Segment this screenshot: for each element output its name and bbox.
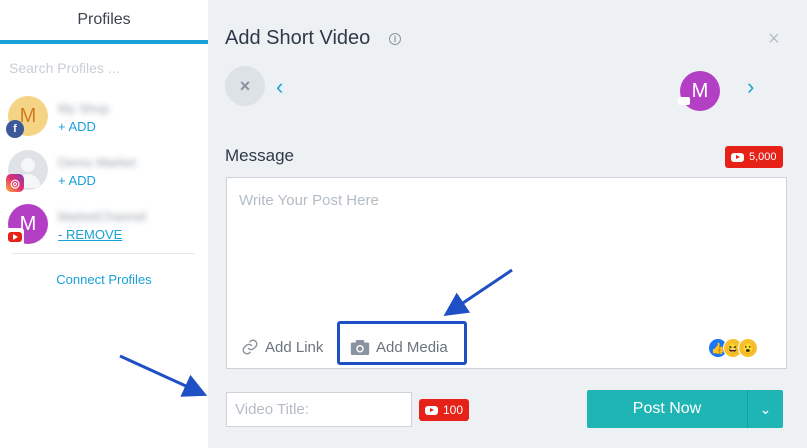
profile-name: Demo Market <box>58 155 137 170</box>
profile-item: M f My Shop + ADD <box>0 92 208 146</box>
emoji-picker-button[interactable]: 👍 😆 😮 <box>708 338 758 358</box>
message-limit-value: 5,000 <box>749 151 777 163</box>
divider <box>12 253 195 254</box>
video-title-char-limit-badge: 100 <box>419 399 470 421</box>
video-title-limit-value: 100 <box>443 403 464 417</box>
youtube-icon <box>6 228 24 246</box>
add-media-button[interactable]: Add Media <box>350 339 448 356</box>
chevron-left-icon[interactable]: ‹ <box>276 74 283 100</box>
add-short-video-dialog: Add Short Video i × × ‹ M › Message 5,00… <box>208 0 807 448</box>
add-link-button[interactable]: Add Link <box>241 338 323 356</box>
add-media-highlight: Add Media <box>337 321 467 365</box>
instagram-icon: ◎ <box>6 174 24 192</box>
camera-icon <box>350 340 370 355</box>
profile-name: My Shop <box>58 101 110 116</box>
add-profile-link[interactable]: + ADD <box>58 173 96 188</box>
info-icon[interactable]: i <box>389 33 401 45</box>
add-profile-link[interactable]: + ADD <box>58 119 96 134</box>
link-icon <box>242 339 258 355</box>
remove-selected-button[interactable]: × <box>225 66 265 106</box>
profiles-sidebar: Profiles Search Profiles ... M f My Shop… <box>0 0 208 448</box>
facebook-icon: f <box>6 120 24 138</box>
message-label: Message <box>225 146 294 165</box>
chevron-down-icon[interactable]: ⌄ <box>747 390 783 428</box>
remove-profile-link[interactable]: - REMOVE <box>58 227 122 242</box>
message-placeholder: Write Your Post Here <box>239 192 379 209</box>
surprised-emoji-icon: 😮 <box>738 338 758 358</box>
profile-name: MarketChannel <box>58 209 147 224</box>
selected-profile-avatar[interactable]: M <box>680 71 720 111</box>
add-link-label: Add Link <box>265 338 324 356</box>
close-icon[interactable]: × <box>768 28 780 51</box>
video-title-input[interactable]: Video Title: <box>226 392 412 427</box>
search-profiles-input[interactable]: Search Profiles ... <box>0 44 208 92</box>
connect-profiles-link[interactable]: Connect Profiles <box>0 272 208 287</box>
post-now-button[interactable]: Post Now <box>587 390 747 428</box>
profile-item: ◎ Demo Market + ADD <box>0 146 208 200</box>
message-textarea[interactable]: Write Your Post Here Add Link Add Media … <box>226 177 787 369</box>
add-media-label: Add Media <box>376 339 448 356</box>
profile-item: M MarketChannel - REMOVE <box>0 200 208 254</box>
chevron-right-icon[interactable]: › <box>747 74 754 100</box>
youtube-icon <box>425 405 438 415</box>
sidebar-title: Profiles <box>0 0 208 44</box>
youtube-icon <box>678 97 690 105</box>
youtube-icon <box>731 152 744 162</box>
dialog-title: Add Short Video <box>225 27 371 49</box>
message-char-limit-badge: 5,000 <box>725 146 783 168</box>
